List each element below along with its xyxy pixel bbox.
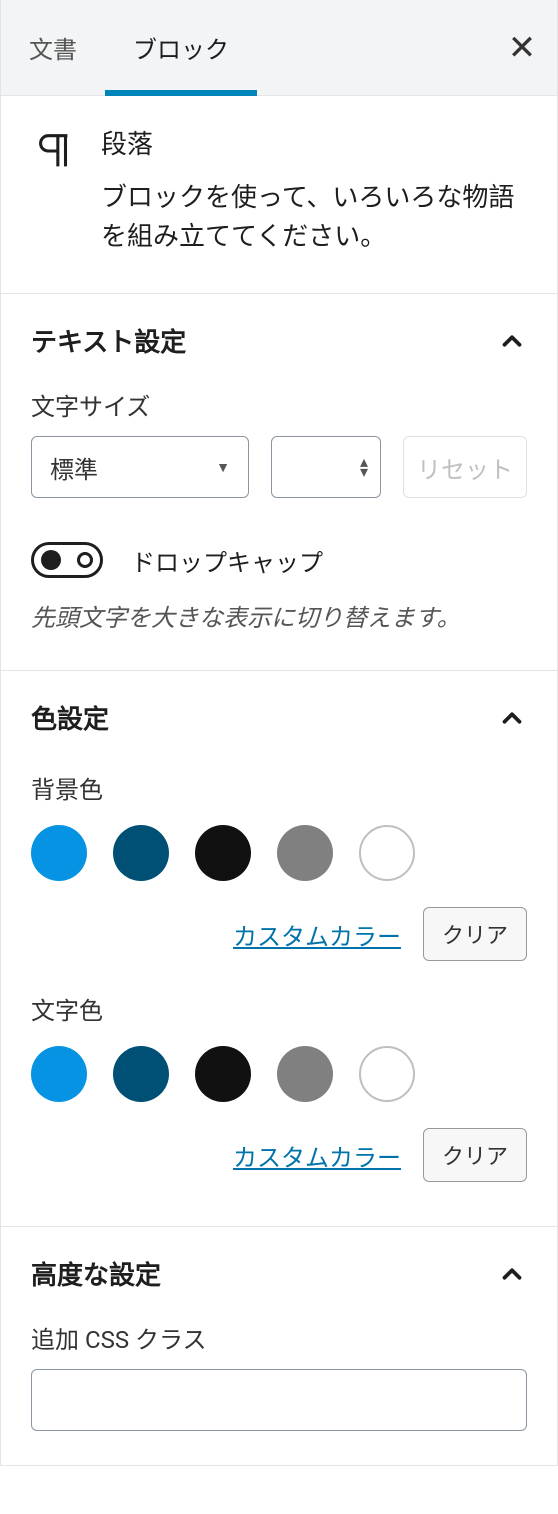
- close-button[interactable]: ✕: [487, 0, 557, 95]
- swatch-black[interactable]: [195, 1046, 251, 1102]
- font-size-number-input[interactable]: ▴▾: [271, 436, 381, 498]
- chevron-down-icon: ▼: [216, 459, 230, 476]
- inspector-tabs: 文書 ブロック ✕: [1, 0, 557, 96]
- section-advanced-toggle[interactable]: 高度な設定: [1, 1227, 557, 1320]
- font-size-value: 標準: [50, 450, 98, 485]
- text-clear-button[interactable]: クリア: [423, 1128, 527, 1182]
- swatch-vivid-cyan-blue[interactable]: [31, 825, 87, 881]
- bg-color-actions: カスタムカラー クリア: [31, 907, 527, 961]
- tab-block-label: ブロック: [133, 30, 229, 65]
- tab-document-label: 文書: [29, 30, 77, 65]
- css-class-input[interactable]: [31, 1369, 527, 1431]
- chevron-up-icon: [497, 1259, 527, 1289]
- swatch-gray[interactable]: [277, 825, 333, 881]
- section-advanced-heading: 高度な設定: [31, 1255, 161, 1292]
- reset-label: リセット: [417, 450, 513, 485]
- toggle-knob: [41, 550, 61, 570]
- bg-swatches: [31, 825, 527, 881]
- bg-clear-label: クリア: [442, 923, 508, 948]
- section-text-heading: テキスト設定: [31, 322, 186, 359]
- font-size-row: 標準 ▼ ▴▾ リセット: [31, 436, 527, 498]
- swatch-white[interactable]: [359, 825, 415, 881]
- bg-clear-button[interactable]: クリア: [423, 907, 527, 961]
- swatch-white[interactable]: [359, 1046, 415, 1102]
- text-color-actions: カスタムカラー クリア: [31, 1128, 527, 1182]
- dropcap-hint: 先頭文字を大きな表示に切り替えます。: [31, 600, 527, 636]
- section-text-settings: テキスト設定 文字サイズ 標準 ▼ ▴▾ リセット: [1, 294, 557, 671]
- text-custom-color-link[interactable]: カスタムカラー: [233, 1132, 401, 1179]
- swatch-gray[interactable]: [277, 1046, 333, 1102]
- css-class-label: 追加 CSS クラス: [31, 1320, 527, 1355]
- swatch-black[interactable]: [195, 825, 251, 881]
- paragraph-icon: [31, 128, 77, 174]
- bg-custom-color-link[interactable]: カスタムカラー: [233, 911, 401, 958]
- section-color-toggle[interactable]: 色設定: [1, 671, 557, 764]
- dropcap-toggle[interactable]: [31, 542, 103, 578]
- section-text-toggle[interactable]: テキスト設定: [1, 294, 557, 387]
- text-clear-label: クリア: [442, 1144, 508, 1169]
- swatch-dark-cyan[interactable]: [113, 825, 169, 881]
- tab-document[interactable]: 文書: [1, 0, 105, 95]
- chevron-up-icon: [497, 703, 527, 733]
- block-description: ブロックを使って、いろいろな物語を組み立ててください。: [101, 179, 527, 257]
- block-card: 段落 ブロックを使って、いろいろな物語を組み立ててください。: [1, 96, 557, 294]
- toggle-ring: [77, 552, 93, 568]
- dropcap-row: ドロップキャップ: [31, 542, 527, 578]
- section-advanced-body: 追加 CSS クラス: [1, 1320, 557, 1465]
- section-color-heading: 色設定: [31, 699, 109, 736]
- block-title: 段落: [101, 124, 527, 161]
- chevron-up-icon: [497, 326, 527, 356]
- section-color-body: 背景色 カスタムカラー クリア 文字色: [1, 770, 557, 1226]
- font-size-reset-button[interactable]: リセット: [403, 436, 527, 498]
- block-inspector-panel: 文書 ブロック ✕ 段落 ブロックを使って、いろいろな物語を組み立ててください。…: [0, 0, 558, 1466]
- block-card-text: 段落 ブロックを使って、いろいろな物語を組み立ててください。: [101, 124, 527, 257]
- bg-color-label: 背景色: [31, 770, 527, 805]
- close-icon: ✕: [508, 28, 537, 68]
- font-size-label: 文字サイズ: [31, 387, 527, 422]
- swatch-dark-cyan[interactable]: [113, 1046, 169, 1102]
- swatch-vivid-cyan-blue[interactable]: [31, 1046, 87, 1102]
- section-text-body: 文字サイズ 標準 ▼ ▴▾ リセット ドロップキャップ: [1, 387, 557, 670]
- section-advanced: 高度な設定 追加 CSS クラス: [1, 1227, 557, 1465]
- font-size-select[interactable]: 標準 ▼: [31, 436, 249, 498]
- tab-block[interactable]: ブロック: [105, 0, 257, 95]
- section-color-settings: 色設定 背景色 カスタムカラー クリア 文字色: [1, 671, 557, 1227]
- text-swatches: [31, 1046, 527, 1102]
- dropcap-label: ドロップキャップ: [131, 543, 323, 578]
- spinner-icon: ▴▾: [360, 457, 368, 477]
- text-color-label: 文字色: [31, 991, 527, 1026]
